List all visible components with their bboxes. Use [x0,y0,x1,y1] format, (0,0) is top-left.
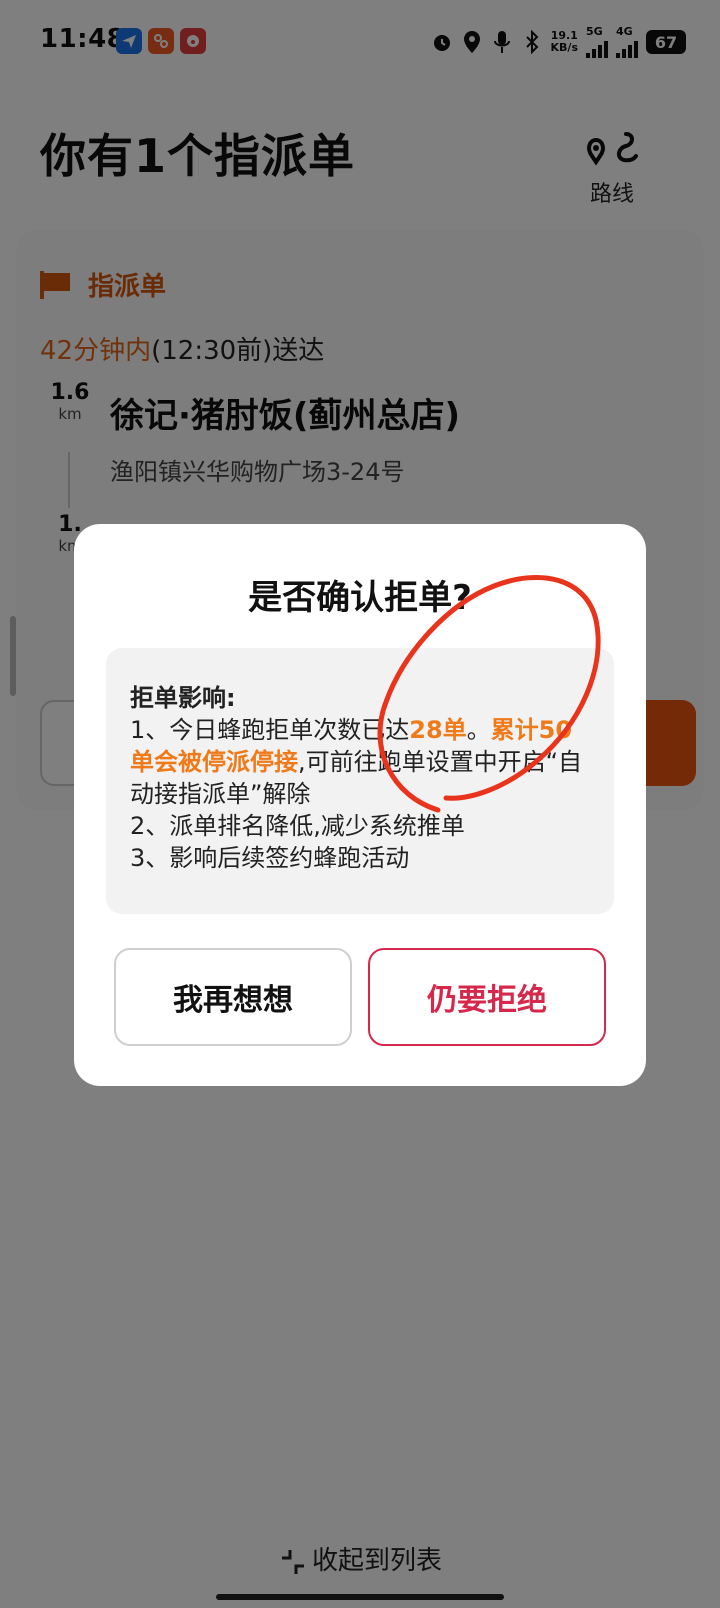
impact-line-1: 1、今日蜂跑拒单次数已达28单。累计50单会被停派停接,可前往跑单设置中开启“自… [130,714,592,810]
impact-line-1-period: 。 [466,716,491,744]
app-screen: 11:48 19. [0,0,720,1608]
reject-count: 28单 [409,716,467,744]
reconsider-button[interactable]: 我再想想 [114,948,352,1046]
confirm-reject-dialog: 是否确认拒单? 拒单影响: 1、今日蜂跑拒单次数已达28单。累计50单会被停派停… [74,524,646,1086]
impact-line-2: 2、派单排名降低,减少系统推单 [130,812,465,840]
reject-impact-box: 拒单影响: 1、今日蜂跑拒单次数已达28单。累计50单会被停派停接,可前往跑单设… [106,648,614,914]
impact-heading: 拒单影响: [130,684,236,712]
impact-line-1-text: 1、今日蜂跑拒单次数已达 [130,716,410,744]
impact-line-3: 3、影响后续签约蜂跑活动 [130,844,410,872]
confirm-reject-button[interactable]: 仍要拒绝 [368,948,606,1046]
dialog-title: 是否确认拒单? [248,578,472,618]
